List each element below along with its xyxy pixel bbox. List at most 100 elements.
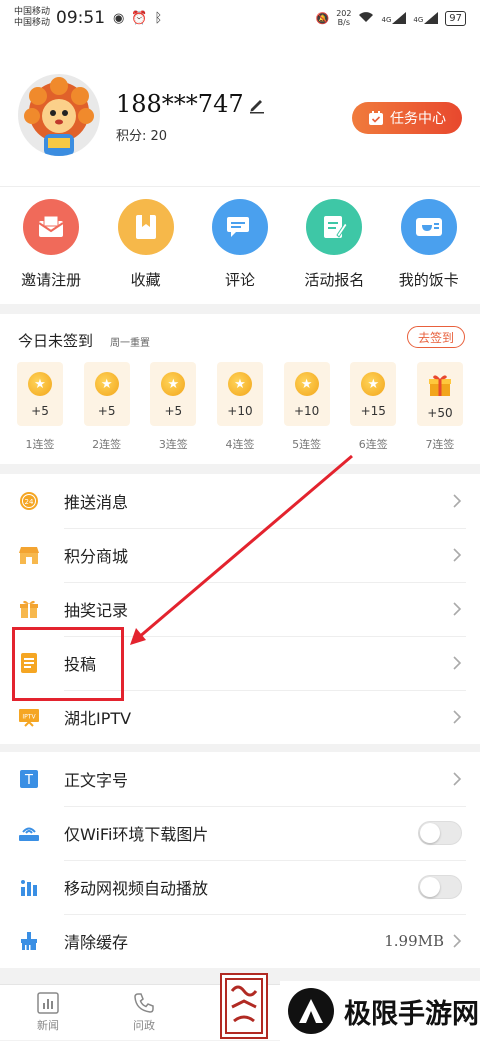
- username: 188***747: [116, 90, 244, 118]
- menu-autoplay-video: 移动网视频自动播放: [0, 860, 480, 914]
- day-points: +10: [293, 404, 320, 418]
- day-card: ★ +5: [17, 362, 63, 426]
- mail-icon: [23, 199, 80, 255]
- day-points: +5: [31, 404, 49, 418]
- task-center-label: 任务中心: [390, 111, 446, 127]
- coin-stack-icon: ★: [361, 372, 386, 396]
- signal-1-label: 4G: [381, 16, 392, 24]
- coin-icon: ★: [227, 372, 252, 396]
- net-speed: 202 B/s: [336, 9, 351, 27]
- checkin-day: ★ +15 6连签: [347, 362, 399, 452]
- signal-1-icon: 4G: [381, 12, 407, 24]
- task-calendar-icon: [369, 111, 383, 125]
- wifi-only-toggle[interactable]: [418, 821, 462, 845]
- checkin-day: +50 7连签: [414, 362, 466, 452]
- font-size-icon: T: [18, 768, 40, 790]
- checkin-days: ★ +5 1连签 ★ +5 2连签 ★ +5 3连签 ★ +10 4连签 ★ +…: [14, 362, 466, 452]
- day-label: 4连签: [225, 438, 255, 451]
- coin-icon: ★: [161, 372, 186, 396]
- alarm-icon: ⏰: [131, 10, 148, 26]
- carrier-2: 中国移动: [14, 18, 51, 28]
- menu-label: 积分商城: [64, 547, 129, 566]
- video-bars-icon: [18, 876, 40, 898]
- quick-label: 评论: [224, 271, 255, 289]
- comment-icon: [211, 199, 268, 255]
- menu-label: 抽奖记录: [64, 601, 129, 620]
- day-card: ★ +10: [283, 362, 330, 426]
- day-label: 2连签: [92, 438, 122, 451]
- lion-mascot-icon: [24, 77, 94, 156]
- cache-size: 1.99MB: [384, 932, 444, 950]
- checkin-day: ★ +5 2连签: [81, 362, 133, 452]
- shop-icon: [18, 544, 40, 566]
- push-24-icon: 24: [18, 490, 40, 512]
- checkin-day: ★ +10 5连签: [281, 362, 333, 452]
- seal-logo-icon: [220, 973, 268, 1039]
- chevron-right-icon: [453, 656, 462, 670]
- signal-2-icon: 4G: [413, 12, 439, 24]
- day-label: 3连签: [158, 438, 188, 451]
- profile-card: 188***747 积分: 20 任务中心: [0, 36, 480, 186]
- nav-news[interactable]: 新闻: [18, 991, 78, 1033]
- quick-invite-register[interactable]: 邀请注册: [5, 187, 97, 304]
- chevron-right-icon: [453, 548, 462, 562]
- day-label: 6连签: [358, 438, 388, 451]
- nav-label: 新闻: [37, 1019, 59, 1032]
- quick-comments[interactable]: 评论: [194, 187, 286, 304]
- day-points: +50: [427, 406, 453, 420]
- autoplay-toggle[interactable]: [418, 875, 462, 899]
- day-label: 1连签: [25, 438, 55, 451]
- quick-actions: 邀请注册 收藏 评论 活动报名 我的饭卡: [0, 186, 480, 304]
- net-speed-value: 202: [336, 9, 352, 18]
- day-card: ★ +5: [83, 362, 130, 426]
- checkin-panel: 今日未签到 周一重置 去签到 ★ +5 1连签 ★ +5 2连签 ★ +5 3连…: [0, 314, 480, 464]
- chevron-right-icon: [453, 494, 462, 508]
- day-card: ★ +15: [350, 362, 397, 426]
- day-points: +5: [97, 404, 116, 418]
- menu-push-messages[interactable]: 24 推送消息: [0, 474, 480, 528]
- quick-label: 邀请注册: [21, 271, 82, 289]
- news-chart-icon: [37, 992, 59, 1014]
- bluetooth-icon: ᛒ: [154, 10, 163, 26]
- day-label: 5连签: [292, 438, 322, 451]
- checkin-button[interactable]: 去签到: [407, 326, 465, 348]
- avatar[interactable]: [18, 74, 100, 156]
- day-card: ★ +10: [216, 362, 263, 426]
- status-left-icons: ◉ ⏰ ᛒ: [113, 11, 162, 26]
- chevron-right-icon: [453, 772, 462, 786]
- coin-icon: ★: [28, 372, 52, 396]
- menu-group-2: T 正文字号 仅WiFi环境下载图片 移动网视频自动播放 清除缓存 1.99MB: [0, 752, 480, 968]
- status-bar: 中国移动 中国移动 09:51 ◉ ⏰ ᛒ 🔕 202 B/s 4G 4G 97: [0, 0, 480, 36]
- gift-box-icon: [428, 375, 451, 396]
- quick-meal-card[interactable]: 我的饭卡: [383, 187, 475, 304]
- menu-label: 湖北IPTV: [64, 709, 132, 728]
- phone-icon: [134, 993, 154, 1013]
- chevron-right-icon: [453, 710, 462, 724]
- wifi-router-icon: [18, 822, 40, 844]
- menu-label: 移动网视频自动播放: [64, 879, 209, 898]
- menu-label: 清除缓存: [64, 933, 129, 952]
- iptv-icon: IPTV: [18, 706, 40, 728]
- edit-pencil-icon[interactable]: [248, 96, 266, 114]
- task-center-button[interactable]: 任务中心: [352, 102, 462, 134]
- menu-points-mall[interactable]: 积分商城: [0, 528, 480, 582]
- carrier-1: 中国移动: [14, 7, 51, 17]
- status-right-icons: 🔕 202 B/s 4G 4G 97: [315, 9, 466, 27]
- nav-label: 问政: [133, 1019, 155, 1032]
- day-card: +50: [416, 362, 463, 426]
- mute-icon: 🔕: [315, 11, 330, 25]
- nav-inquiry[interactable]: 问政: [114, 991, 174, 1033]
- quick-event-signup[interactable]: 活动报名: [288, 187, 380, 304]
- menu-font-size[interactable]: T 正文字号: [0, 752, 480, 806]
- menu-label: 推送消息: [64, 493, 129, 512]
- quick-favorites[interactable]: 收藏: [100, 187, 192, 304]
- svg-text:24: 24: [25, 498, 34, 506]
- checkin-subtitle: 周一重置: [110, 338, 150, 349]
- menu-label: 仅WiFi环境下载图片: [64, 825, 209, 844]
- quick-label: 活动报名: [304, 271, 365, 289]
- checkin-day: ★ +5 3连签: [147, 362, 199, 452]
- menu-clear-cache[interactable]: 清除缓存 1.99MB: [0, 914, 480, 968]
- points-label: 积分: 20: [116, 129, 168, 144]
- battery-indicator: 97: [445, 10, 466, 26]
- eye-icon: ◉: [113, 10, 125, 26]
